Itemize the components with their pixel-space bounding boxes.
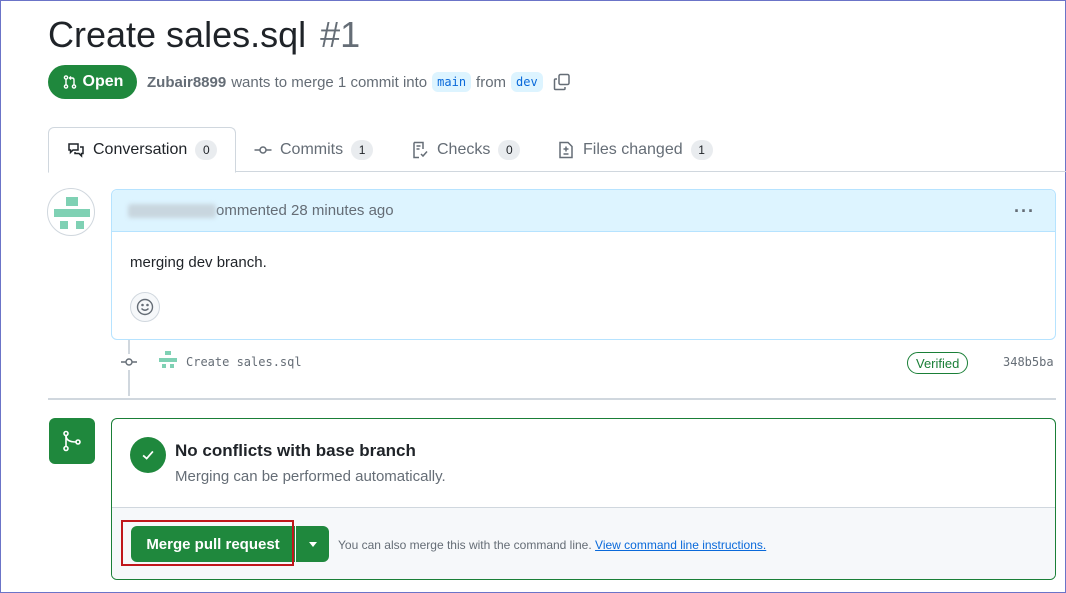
pr-tabs: Conversation 0 Commits 1 Checks 0 Files … [48, 127, 1066, 173]
add-reaction-button[interactable] [130, 292, 160, 322]
tab-checks[interactable]: Checks 0 [411, 127, 521, 172]
tab-files-changed[interactable]: Files changed 1 [557, 127, 713, 172]
verified-badge[interactable]: Verified [907, 352, 969, 374]
kebab-menu-icon[interactable]: ··· [1014, 201, 1035, 222]
pr-meta: Zubair8899 wants to merge 1 commit into … [147, 72, 571, 92]
comment-timestamp: ommented 28 minutes ago [216, 202, 394, 219]
cli-hint: You can also merge this with the command… [338, 538, 766, 552]
comment-discussion-icon [68, 143, 84, 158]
git-pull-request-icon [63, 75, 76, 89]
tab-counter: 0 [195, 140, 218, 160]
tab-label: Checks [437, 140, 491, 158]
tab-commits[interactable]: Commits 1 [254, 127, 374, 172]
merge-status-icon [49, 418, 95, 464]
merge-status-subtitle: Merging can be performed automatically. [175, 468, 446, 485]
merge-method-dropdown[interactable] [296, 526, 329, 562]
page-title: Create sales.sql #1 [48, 14, 360, 56]
from-text: from [476, 73, 507, 91]
tab-counter: 1 [690, 139, 713, 160]
commit-message-link[interactable]: Create sales.sql [186, 355, 302, 369]
comment-body: merging dev branch. [130, 254, 267, 271]
base-branch[interactable]: main [432, 72, 472, 92]
checklist-icon [413, 141, 428, 158]
merge-text: wants to merge 1 commit into [231, 73, 428, 91]
git-commit-icon [254, 145, 272, 154]
git-commit-icon [120, 354, 138, 370]
state-label: Open [82, 73, 124, 90]
comment-header: ommented 28 minutes ago ··· [112, 190, 1055, 232]
avatar[interactable] [47, 188, 95, 236]
timeline-divider [48, 398, 1056, 400]
command-line-instructions-link[interactable]: View command line instructions. [595, 538, 766, 552]
author-link[interactable]: Zubair8899 [147, 74, 226, 91]
smiley-icon [136, 298, 154, 316]
check-circle-icon [130, 437, 166, 473]
identicon [54, 197, 90, 229]
merge-box: No conflicts with base branch Merging ca… [111, 418, 1056, 580]
highlight-box [121, 520, 294, 566]
commit-author-avatar[interactable] [158, 350, 178, 370]
tab-counter: 1 [351, 139, 374, 160]
copy-icon[interactable] [553, 73, 571, 91]
commit-sha-link[interactable]: 348b5ba [1003, 355, 1054, 369]
comment-card: ommented 28 minutes ago ··· merging dev … [111, 189, 1056, 340]
tab-label: Files changed [583, 140, 683, 158]
cli-hint-text: You can also merge this with the command… [338, 538, 592, 552]
tab-label: Conversation [93, 141, 188, 158]
redacted-author [128, 203, 216, 218]
tab-label: Commits [280, 140, 344, 158]
tab-counter: 0 [498, 139, 521, 160]
state-badge: Open [48, 65, 137, 99]
head-branch[interactable]: dev [511, 72, 543, 92]
file-diff-icon [559, 141, 573, 158]
tab-conversation[interactable]: Conversation 0 [48, 127, 237, 173]
pr-title: Create sales.sql [48, 14, 307, 55]
chevron-down-icon [308, 541, 317, 547]
pr-number: #1 [320, 14, 361, 55]
merge-status-title: No conflicts with base branch [175, 441, 416, 460]
merge-footer: Merge pull request You can also merge th… [112, 507, 1055, 579]
git-merge-icon [63, 430, 81, 452]
